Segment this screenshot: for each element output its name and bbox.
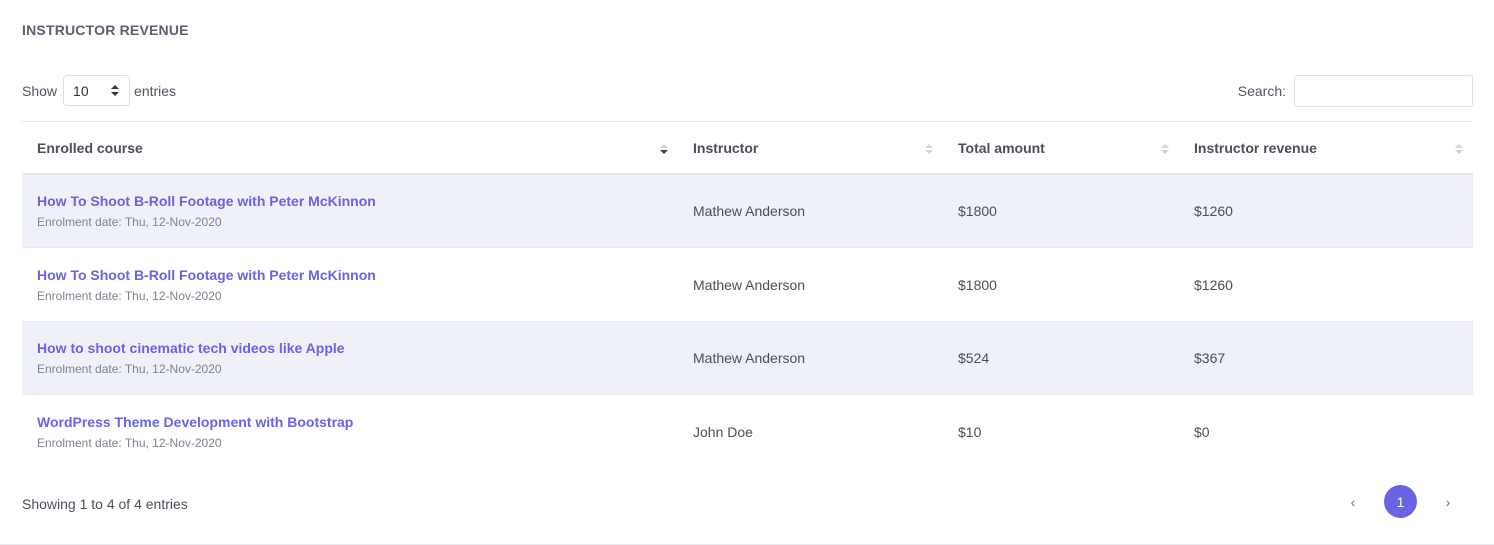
next-page-icon[interactable]: › (1438, 494, 1458, 510)
instructor-revenue-cell: $367 (1194, 350, 1226, 366)
enrolment-date: Enrolment date: Thu, 12-Nov-2020 (37, 288, 222, 303)
instructor-cell: Mathew Anderson (693, 203, 806, 219)
table-info: Showing 1 to 4 of 4 entries (22, 496, 188, 512)
revenue-table: Enrolled course Instructor Total amount … (22, 121, 1473, 468)
course-cell: How To Shoot B-Roll Footage with Peter M… (22, 267, 678, 303)
table-row: How To Shoot B-Roll Footage with Peter M… (22, 175, 1473, 248)
column-label: Instructor (693, 139, 759, 156)
table-row: WordPress Theme Development with Bootstr… (22, 395, 1473, 468)
table-row: How to shoot cinematic tech videos like … (22, 322, 1473, 395)
total-amount-cell: $524 (958, 350, 990, 366)
column-header-total-amount[interactable]: Total amount (943, 122, 1179, 173)
total-amount-cell: $1800 (958, 276, 997, 293)
page-title: INSTRUCTOR REVENUE (22, 22, 189, 38)
course-link[interactable]: How To Shoot B-Roll Footage with Peter M… (37, 267, 678, 283)
course-cell: How To Shoot B-Roll Footage with Peter M… (22, 193, 678, 229)
course-link[interactable]: WordPress Theme Development with Bootstr… (37, 414, 678, 430)
enrolment-date: Enrolment date: Thu, 12-Nov-2020 (37, 362, 222, 376)
sort-icon (1161, 144, 1169, 156)
entries-label: entries (134, 82, 177, 99)
table-row: How To Shoot B-Roll Footage with Peter M… (22, 248, 1473, 322)
instructor-cell: Mathew Anderson (693, 350, 806, 366)
course-cell: How to shoot cinematic tech videos like … (22, 340, 678, 376)
column-label: Instructor revenue (1194, 139, 1317, 156)
instructor-revenue-cell: $0 (1194, 423, 1210, 440)
sort-icon (925, 144, 933, 156)
course-link[interactable]: How to shoot cinematic tech videos like … (37, 340, 678, 356)
enrolment-date: Enrolment date: Thu, 12-Nov-2020 (37, 215, 222, 229)
entries-length-control: Show 10 entries (22, 75, 176, 106)
column-label: Total amount (958, 139, 1045, 156)
show-label: Show (22, 82, 58, 99)
column-label: Enrolled course (37, 139, 143, 156)
entries-per-page-value: 10 (73, 82, 89, 99)
course-link[interactable]: How To Shoot B-Roll Footage with Peter M… (37, 193, 678, 209)
total-amount-cell: $1800 (958, 203, 997, 219)
total-amount-cell: $10 (958, 423, 982, 440)
course-cell: WordPress Theme Development with Bootstr… (22, 414, 678, 450)
page-1-button[interactable]: 1 (1384, 485, 1417, 518)
instructor-cell: Mathew Anderson (693, 276, 806, 293)
search-control: Search: (1238, 75, 1473, 107)
enrolment-date: Enrolment date: Thu, 12-Nov-2020 (37, 435, 222, 450)
table-header: Enrolled course Instructor Total amount … (22, 122, 1473, 175)
select-arrows-icon (111, 85, 120, 97)
previous-page-icon[interactable]: ‹ (1343, 494, 1363, 510)
search-label: Search: (1237, 83, 1286, 99)
column-header-instructor[interactable]: Instructor (678, 122, 943, 173)
entries-per-page-select[interactable]: 10 (63, 75, 131, 106)
search-input[interactable] (1294, 75, 1473, 107)
sort-icon (1455, 144, 1463, 156)
pagination: ‹ 1 › (1343, 485, 1458, 518)
instructor-revenue-cell: $1260 (1194, 203, 1233, 219)
instructor-cell: John Doe (693, 423, 753, 440)
column-header-instructor-revenue[interactable]: Instructor revenue (1179, 122, 1473, 173)
instructor-revenue-card: INSTRUCTOR REVENUE Show 10 entries Searc… (0, 0, 1494, 545)
instructor-revenue-cell: $1260 (1194, 276, 1233, 293)
column-header-enrolled-course[interactable]: Enrolled course (22, 122, 678, 173)
sort-descending-icon (660, 144, 668, 156)
